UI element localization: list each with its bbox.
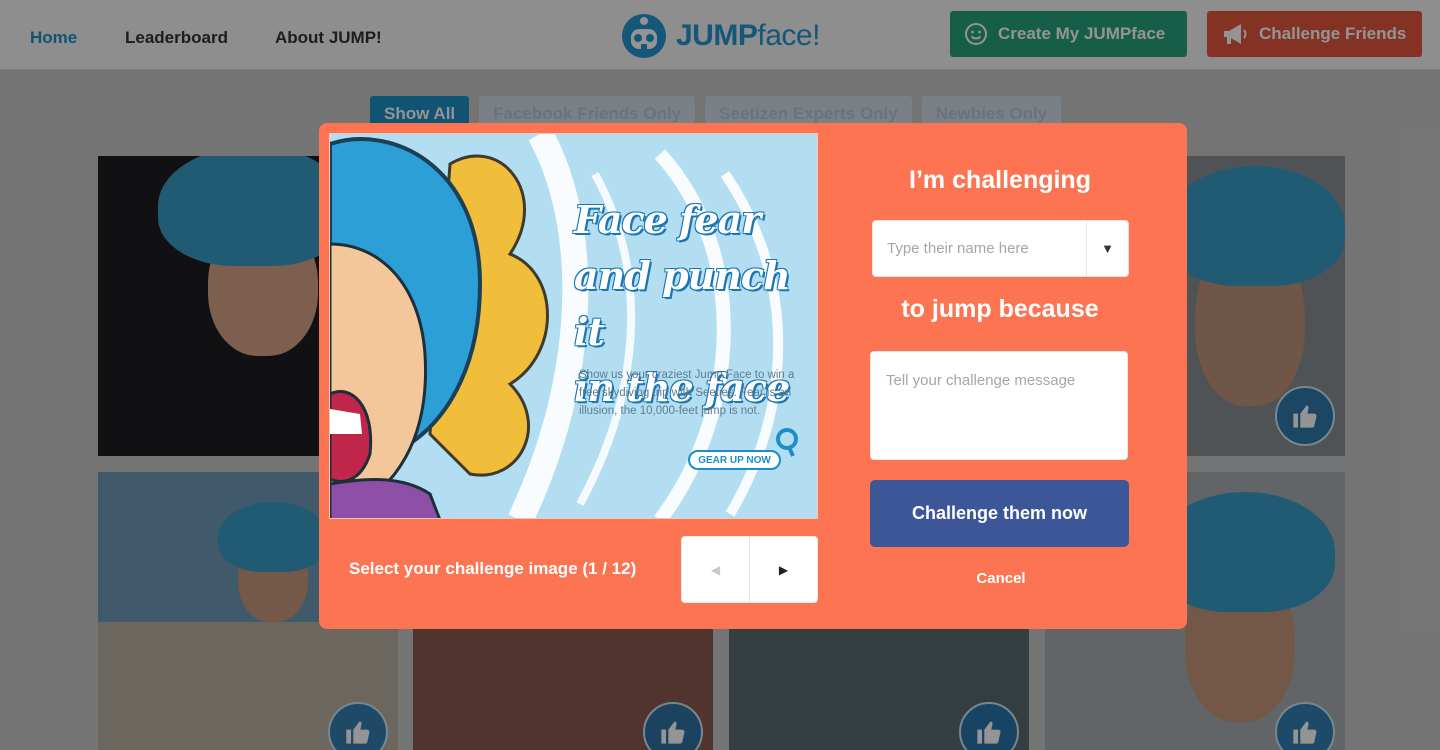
challenge-message-field[interactable] [870, 351, 1128, 460]
prev-image-button[interactable]: ◀ [682, 537, 750, 602]
challenge-image-preview: Face fear and punch it in the face Show … [329, 133, 818, 519]
cancel-link[interactable]: Cancel [870, 570, 1132, 587]
poster-body-text: Show us your craziest Jump Face to win a… [579, 369, 795, 417]
poster-cta-badge: GEAR UP NOW [688, 450, 781, 470]
dropdown-toggle-button[interactable]: ▼ [1086, 221, 1128, 276]
image-pager: ◀ ▶ [681, 536, 818, 603]
caret-down-icon: ▼ [1101, 241, 1114, 256]
image-select-label: Select your challenge image (1 / 12) [349, 559, 637, 578]
challenge-modal: Face fear and punch it in the face Show … [319, 123, 1187, 629]
challenging-heading: I’m challenging [909, 166, 1091, 194]
friend-name-input[interactable] [873, 221, 1086, 276]
challenge-submit-button[interactable]: Challenge them now [870, 480, 1129, 547]
reason-heading: to jump because [901, 295, 1099, 323]
poster-headline-line: Face fear [574, 197, 761, 242]
next-image-button[interactable]: ▶ [750, 537, 817, 602]
poster-headline-line: and punch it [574, 253, 791, 354]
friend-name-combobox: ▼ [872, 220, 1129, 277]
